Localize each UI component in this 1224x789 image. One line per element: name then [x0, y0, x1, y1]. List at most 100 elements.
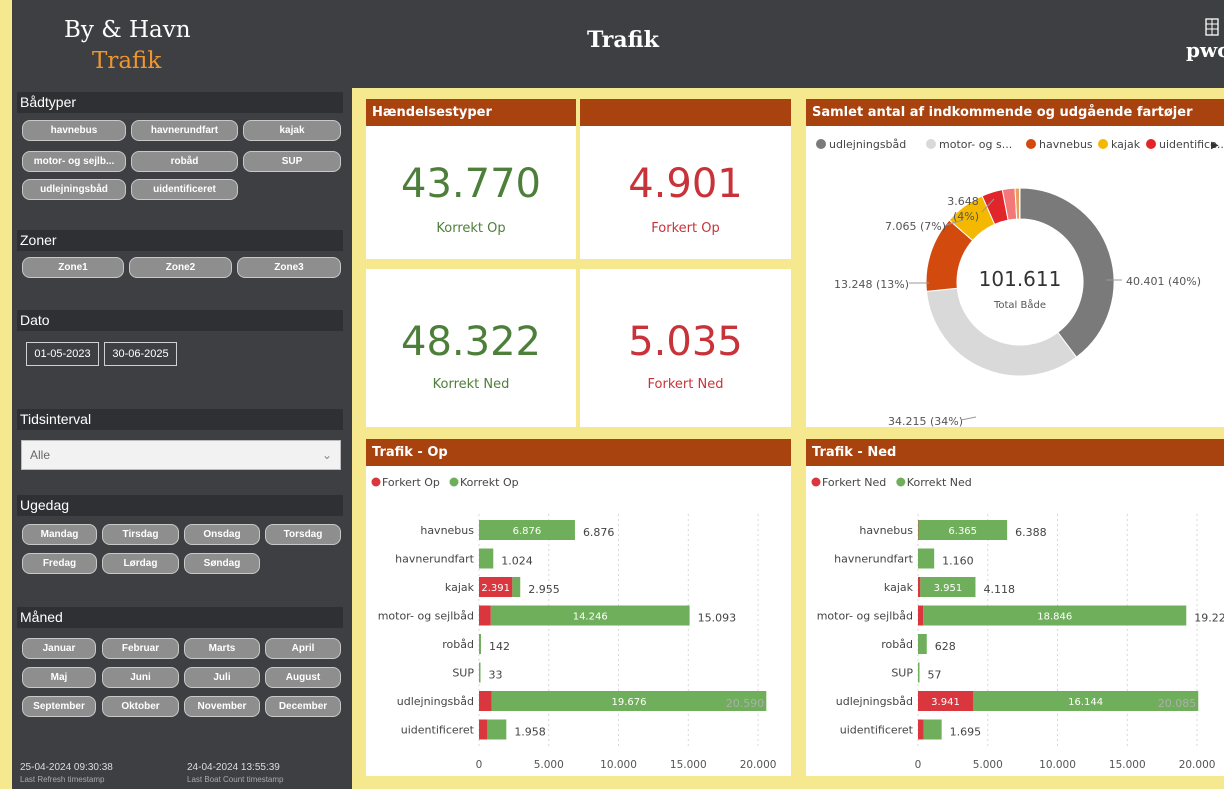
legend-label: kajak	[1111, 138, 1141, 151]
slicer-kajak[interactable]: kajak	[243, 120, 341, 141]
date-to-input[interactable]: 30-06-2025	[104, 342, 177, 366]
donut-label-udlejningsbaad: 40.401 (40%)	[1126, 275, 1201, 288]
bar-korrekt-label: 3.951	[934, 583, 963, 594]
trafik-op-chart[interactable]: Forkert Op Korrekt Op 0 5.000 10.000 15.000 20…	[366, 466, 791, 776]
bar-korrekt	[923, 719, 942, 740]
category-label: havnerundfart	[834, 553, 914, 566]
kpi-forkert-op-value: 4.901	[628, 161, 743, 207]
tidsinterval-dropdown[interactable]: Alle ⌄	[21, 440, 341, 470]
bar-total-label: 57	[928, 669, 942, 682]
slicer-torsdag[interactable]: Torsdag	[265, 524, 341, 545]
category-label: uidentificeret	[401, 724, 475, 737]
bar-forkert	[479, 719, 488, 740]
refresh-timestamp: 25-04-2024 09:30:38	[20, 762, 113, 773]
pwc-building-icon	[1205, 18, 1219, 36]
bar-korrekt	[918, 548, 935, 569]
legend-marker	[816, 139, 826, 149]
slicer-september[interactable]: September	[22, 696, 96, 717]
slicer-zone2[interactable]: Zone2	[129, 257, 232, 278]
bar-total-label: 1.024	[501, 555, 533, 568]
slicer-onsdag[interactable]: Onsdag	[184, 524, 260, 545]
slicer-april[interactable]: April	[265, 638, 341, 659]
category-label: udlejningsbåd	[836, 695, 913, 708]
donut-slice-SUP	[1018, 187, 1021, 220]
brand-title: By & Havn	[64, 17, 191, 43]
kpi-card-korrekt-op: Hændelsestyper 43.770 Korrekt Op	[366, 99, 576, 259]
legend-label: Forkert Op	[382, 476, 440, 489]
trafik-ned-chart[interactable]: Forkert Ned Korrekt Ned 0 5.000 10.000 15.000…	[806, 466, 1224, 776]
slicer-marts[interactable]: Marts	[184, 638, 260, 659]
slicer-havnebus[interactable]: havnebus	[22, 120, 126, 141]
bar-korrekt-label: 18.846	[1037, 612, 1072, 623]
kpi-card-forkert-ned: 5.035 Forkert Ned	[580, 269, 791, 427]
bar-korrekt	[479, 634, 481, 654]
bar-total-label: 1.160	[942, 555, 974, 568]
zoner-label: Zoner	[17, 230, 343, 251]
haendelsestyper-title: Hændelsestyper	[366, 99, 576, 126]
slicer-maj[interactable]: Maj	[22, 667, 96, 688]
bar-korrekt	[479, 662, 481, 683]
category-label: robåd	[881, 638, 913, 651]
slicer-december[interactable]: December	[265, 696, 341, 717]
slicer-oktober[interactable]: Oktober	[102, 696, 179, 717]
bar-korrekt-label: 19.676	[612, 697, 647, 708]
slicer-fredag[interactable]: Fredag	[22, 553, 97, 574]
slicer-loerdag[interactable]: Lørdag	[102, 553, 179, 574]
x-tick-label: 5.000	[973, 759, 1003, 771]
slicer-robaad[interactable]: robåd	[131, 151, 238, 172]
legend-label: udlejningsbåd	[829, 138, 906, 151]
slicer-februar[interactable]: Februar	[102, 638, 179, 659]
category-label: kajak	[445, 581, 475, 594]
category-label: havnerundfart	[395, 553, 475, 566]
slicer-udlejningsbaad[interactable]: udlejningsbåd	[22, 179, 126, 200]
ugedag-label: Ugedag	[17, 495, 343, 516]
legend-marker	[1026, 139, 1036, 149]
slicer-motor-sejlbaad[interactable]: motor- og sejlb...	[22, 151, 126, 172]
x-tick-label: 15.000	[1109, 759, 1146, 771]
donut-chart[interactable]: udlejningsbåd motor- og s... havnebus kajak…	[806, 127, 1224, 427]
slicer-juni[interactable]: Juni	[102, 667, 179, 688]
slicer-november[interactable]: November	[184, 696, 260, 717]
slicer-sup[interactable]: SUP	[243, 151, 341, 172]
category-label: uidentificeret	[840, 724, 914, 737]
legend-marker	[896, 477, 906, 487]
slicer-januar[interactable]: Januar	[22, 638, 96, 659]
category-label: kajak	[884, 581, 914, 594]
slicer-juli[interactable]: Juli	[184, 667, 260, 688]
donut-title: Samlet antal af indkommende og udgående …	[806, 99, 1224, 126]
slicer-soendag[interactable]: Søndag	[184, 553, 260, 574]
slicer-august[interactable]: August	[265, 667, 341, 688]
x-tick-label: 10.000	[1039, 759, 1076, 771]
bar-total-label: 6.388	[1015, 526, 1047, 539]
refresh-timestamp-label: Last Refresh timestamp	[20, 775, 105, 784]
slicer-zone1[interactable]: Zone1	[22, 257, 124, 278]
legend-marker	[1146, 139, 1156, 149]
x-tick-label: 0	[476, 759, 483, 771]
slicer-uidentificeret[interactable]: uidentificeret	[131, 179, 238, 200]
category-label: havnebus	[420, 524, 474, 537]
slicer-tirsdag[interactable]: Tirsdag	[102, 524, 179, 545]
bar-total-label: 628	[935, 640, 956, 653]
slicer-mandag[interactable]: Mandag	[22, 524, 97, 545]
page-title: Trafik	[587, 27, 659, 53]
category-label: udlejningsbåd	[397, 695, 474, 708]
legend-marker	[1098, 139, 1108, 149]
trafik-ned-title: Trafik - Ned	[806, 439, 1224, 466]
category-label: SUP	[891, 667, 913, 680]
dato-label: Dato	[17, 310, 343, 331]
category-label: motor- og sejlbåd	[817, 610, 913, 623]
slicer-zone3[interactable]: Zone3	[237, 257, 341, 278]
slicer-havnerundfart[interactable]: havnerundfart	[131, 120, 238, 141]
category-label: SUP	[452, 667, 474, 680]
x-tick-label: 10.000	[600, 759, 637, 771]
kpi-korrekt-ned-value: 48.322	[401, 319, 541, 365]
date-from-input[interactable]: 01-05-2023	[26, 342, 99, 366]
x-tick-label: 0	[915, 759, 922, 771]
legend-label: havnebus	[1039, 138, 1093, 151]
bar-korrekt-label: 14.246	[573, 612, 608, 623]
donut-label-motor: 34.215 (34%)	[888, 415, 963, 427]
legend-marker	[449, 477, 459, 487]
bar-forkert	[918, 719, 924, 740]
category-label: havnebus	[859, 524, 913, 537]
bar-korrekt	[487, 719, 507, 740]
